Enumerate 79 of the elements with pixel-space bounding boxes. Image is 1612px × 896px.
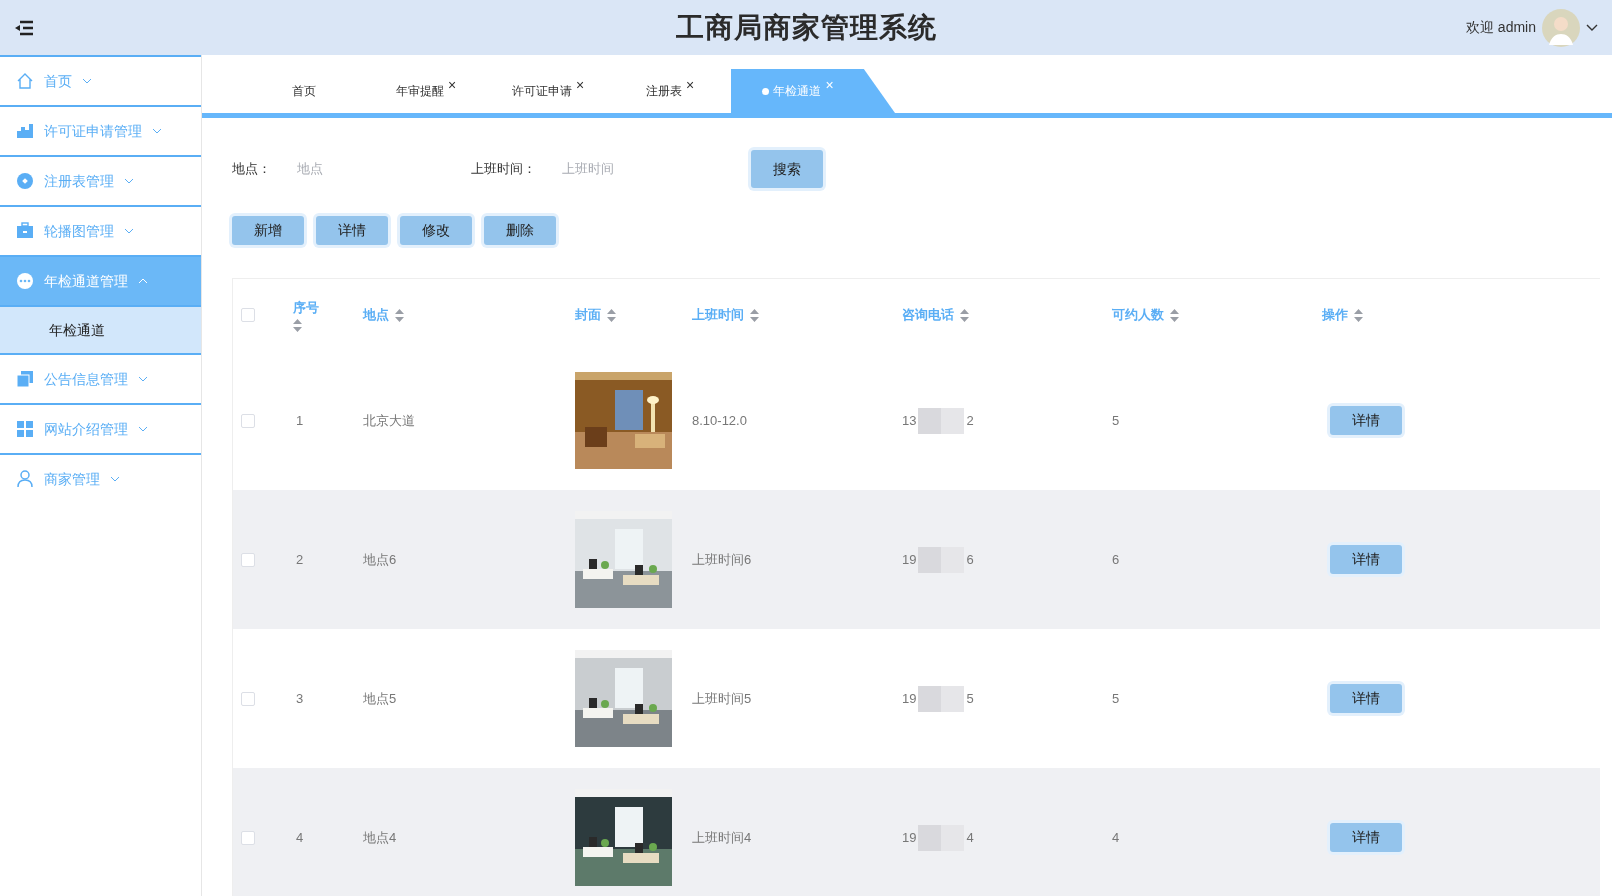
table-cell-text: 北京大道 xyxy=(363,411,415,430)
field-label: 地点： xyxy=(232,160,271,179)
table-cell-text: 19 xyxy=(902,689,917,708)
chevron-down-icon xyxy=(138,376,148,382)
home-icon xyxy=(16,72,34,90)
table-cell-text: 3 xyxy=(296,689,304,708)
select-all-checkbox[interactable] xyxy=(241,308,255,322)
chevron-down-icon[interactable] xyxy=(1586,23,1598,32)
circle-icon xyxy=(16,172,34,190)
tab[interactable]: 注册表 × xyxy=(609,69,731,113)
table-cell-text: 4 xyxy=(296,828,304,847)
tab[interactable]: 许可证申请 × xyxy=(487,69,609,113)
table-cell-text: 地点5 xyxy=(363,689,397,708)
table-cell-text: 13 xyxy=(902,411,917,430)
sort-icon[interactable] xyxy=(293,319,302,333)
chevron-down-icon xyxy=(138,426,148,432)
action-button[interactable]: 详情 xyxy=(316,216,388,245)
menu-icon[interactable] xyxy=(14,19,34,36)
chevron-down-icon xyxy=(124,178,134,184)
sort-icon[interactable] xyxy=(960,308,969,322)
sort-icon[interactable] xyxy=(1354,308,1363,322)
row-checkbox[interactable] xyxy=(241,691,255,706)
table-cell-text: 8.10-12.0 xyxy=(692,411,747,430)
tab[interactable]: 年审提醒 × xyxy=(365,69,487,113)
close-icon[interactable]: × xyxy=(575,74,585,96)
sort-icon[interactable] xyxy=(1170,308,1179,322)
mosaic-blur xyxy=(918,407,965,434)
chevron-down-icon xyxy=(110,476,120,482)
details-button[interactable]: 详情 xyxy=(1330,545,1402,574)
chart-icon xyxy=(16,122,34,140)
close-icon[interactable]: × xyxy=(447,74,457,96)
active-dot-icon xyxy=(762,87,770,95)
action-button[interactable]: 删除 xyxy=(484,216,556,245)
table-cell-text: 上班时间5 xyxy=(692,689,752,708)
table-cell-text: 上班时间4 xyxy=(692,828,752,847)
chevron-down-icon xyxy=(82,78,92,84)
chevron-up-icon xyxy=(138,278,148,284)
copy-icon xyxy=(16,370,34,388)
table-cell-text: 19 xyxy=(902,550,917,569)
close-icon[interactable]: × xyxy=(685,74,695,96)
table-cell-text: 5 xyxy=(966,689,974,708)
table-cell-text: 6 xyxy=(1112,550,1120,569)
details-button[interactable]: 详情 xyxy=(1330,823,1402,852)
avatar-icon[interactable] xyxy=(1542,8,1580,47)
welcome-text: 欢迎 admin xyxy=(1465,18,1536,37)
table-cell-text: 1 xyxy=(296,411,304,430)
field-label: 上班时间： xyxy=(471,160,536,179)
table-cell-text: 地点4 xyxy=(363,828,397,847)
sort-icon[interactable] xyxy=(395,308,404,322)
table-cell-text: 5 xyxy=(1112,411,1120,430)
sort-icon[interactable] xyxy=(607,308,616,322)
search-button[interactable]: 搜索 xyxy=(751,150,823,188)
app-title: 工商局商家管理系统 xyxy=(675,10,937,45)
chevron-down-icon xyxy=(124,228,134,234)
user-icon xyxy=(16,470,34,488)
more-icon xyxy=(16,272,34,290)
grid-icon xyxy=(16,420,34,438)
row-checkbox[interactable] xyxy=(241,552,255,567)
briefcase-icon xyxy=(16,222,34,240)
table-cell-text: 地点6 xyxy=(363,550,397,569)
table-cell-text: 2 xyxy=(296,550,304,569)
table-cell-text: 6 xyxy=(966,550,974,569)
details-button[interactable]: 详情 xyxy=(1330,406,1402,435)
table-cell-text: 4 xyxy=(966,828,974,847)
action-button[interactable]: 修改 xyxy=(400,216,472,245)
sort-icon[interactable] xyxy=(750,308,759,322)
tab[interactable]: 首页 xyxy=(243,69,365,113)
row-checkbox[interactable] xyxy=(241,413,255,428)
table-cell-text: 4 xyxy=(1112,828,1120,847)
table-cell-text: 19 xyxy=(902,828,917,847)
table-cell-text: 2 xyxy=(966,411,974,430)
row-checkbox[interactable] xyxy=(241,830,255,845)
table-cell-text: 5 xyxy=(1112,689,1120,708)
chevron-down-icon xyxy=(152,128,162,134)
action-button[interactable]: 新增 xyxy=(232,216,304,245)
details-button[interactable]: 详情 xyxy=(1330,684,1402,713)
sidebar-subitem[interactable]: 年检通道 xyxy=(0,305,201,353)
mosaic-blur xyxy=(918,685,965,712)
table-cell-text: 上班时间6 xyxy=(692,550,752,569)
